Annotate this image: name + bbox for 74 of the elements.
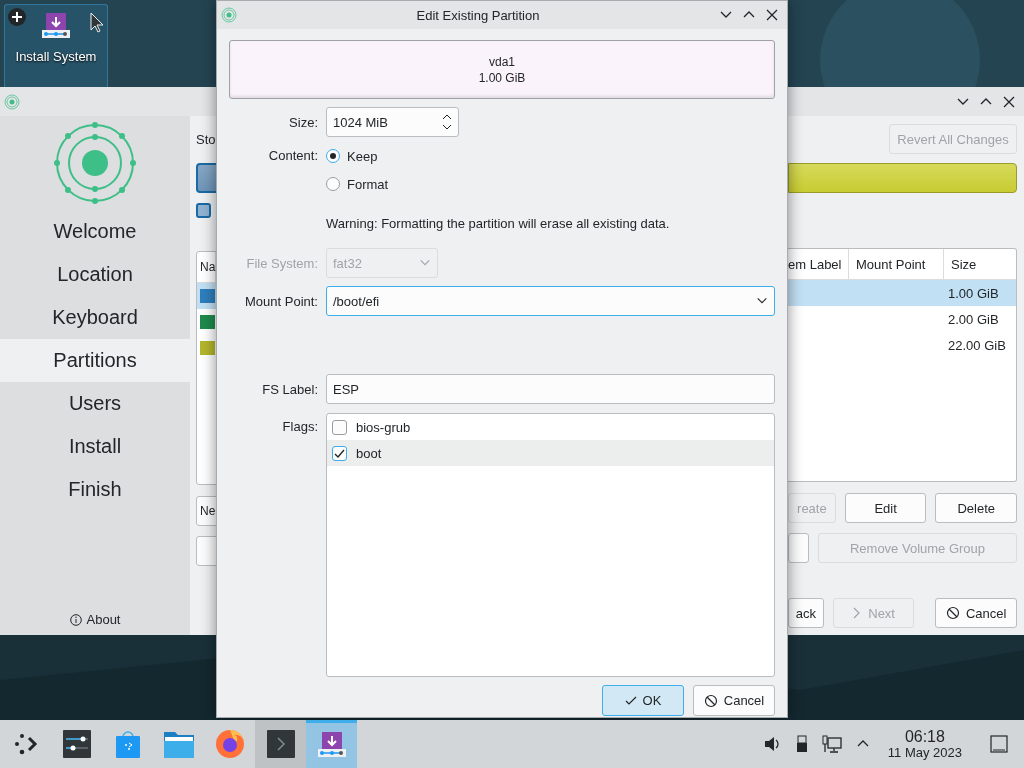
dialog-button[interactable]: Cancel <box>693 685 775 716</box>
task-slot[interactable] <box>306 720 357 768</box>
installer-icon[interactable] <box>42 13 70 41</box>
app-icon <box>221 7 237 23</box>
table-cell-text: 2.00 GiB <box>947 311 1000 327</box>
sidebar-item[interactable]: Welcome <box>0 210 190 253</box>
sidebar-item[interactable]: Keyboard <box>0 296 190 339</box>
table-row[interactable]: 2.00 GiB <box>788 306 1016 332</box>
flag-item[interactable]: bios-grub <box>327 414 774 440</box>
task-slot[interactable] <box>255 720 306 768</box>
storage-label: Sto <box>196 131 216 147</box>
field-label: Flags: <box>281 418 319 436</box>
sidebar-item[interactable]: Location <box>0 253 190 296</box>
partition-size: 1.00 GiB <box>478 70 526 85</box>
network-icon[interactable] <box>821 735 842 753</box>
checkbox[interactable] <box>196 203 211 218</box>
warning-text: Warning: Formatting the partition will erase all existing data. <box>326 215 670 231</box>
check-icon <box>624 694 637 707</box>
checkbox[interactable] <box>332 445 347 461</box>
nav-button[interactable]: ack <box>788 598 824 628</box>
radio-button[interactable] <box>326 177 340 191</box>
show-desktop-icon[interactable] <box>990 735 1008 753</box>
column-header[interactable]: Size <box>944 249 1016 279</box>
flag-item[interactable]: boot <box>327 440 774 466</box>
field-label: Mount Point: <box>244 293 319 309</box>
field-label: Size: <box>288 114 319 130</box>
table-row[interactable]: 22.00 GiB <box>788 332 1016 358</box>
field-label: FS Label: <box>261 381 319 397</box>
cancel-icon <box>946 606 960 620</box>
new-button[interactable]: Ne <box>196 496 216 526</box>
field-label: File System: <box>245 255 319 271</box>
table-cell-text: 1.00 GiB <box>947 285 1000 301</box>
app-icon <box>4 93 20 110</box>
cursor-icon <box>90 12 104 34</box>
browser-icon[interactable] <box>214 729 245 759</box>
installer-icon[interactable] <box>317 731 346 760</box>
nav-button[interactable]: Cancel <box>935 598 1017 628</box>
dialog-title: Edit Existing Partition <box>415 7 541 23</box>
sliders-icon[interactable] <box>62 730 91 758</box>
sidebar-item[interactable]: Install <box>0 425 190 468</box>
launcher-icon[interactable] <box>12 732 39 756</box>
spin-arrows-icon[interactable] <box>442 112 452 132</box>
plus-icon[interactable] <box>7 7 27 27</box>
close-icon[interactable] <box>1002 94 1016 109</box>
logo-icon <box>54 122 136 204</box>
dialog-button[interactable]: OK <box>602 685 684 716</box>
sidebar-item[interactable]: Finish <box>0 468 190 511</box>
terminal-icon[interactable] <box>266 730 295 758</box>
radio-option[interactable]: Keep <box>326 142 389 170</box>
radio-option[interactable]: Format <box>326 170 389 198</box>
button[interactable] <box>788 533 809 563</box>
close-icon[interactable] <box>765 8 779 22</box>
folder-icon[interactable] <box>163 730 194 758</box>
checkbox[interactable] <box>332 419 347 435</box>
usb-drive-icon[interactable] <box>795 735 808 753</box>
sidebar-item[interactable]: Users <box>0 382 190 425</box>
table-row[interactable]: 1.00 GiB <box>788 280 1016 306</box>
desktop-icon-label: Install System <box>15 49 97 64</box>
table-cell-text: 22.00 GiB <box>947 337 1007 353</box>
column-header[interactable]: Mount Point <box>849 249 944 279</box>
speaker-icon[interactable] <box>763 736 782 752</box>
partition-button[interactable]: Edit <box>844 493 927 523</box>
partition-button[interactable]: Delete <box>935 493 1017 523</box>
clock[interactable]: 06:18 11 May 2023 <box>887 728 962 760</box>
info-icon <box>69 613 82 626</box>
about-link[interactable]: About <box>86 612 121 627</box>
partition-name: vda1 <box>489 54 515 69</box>
field-label: Content: <box>267 147 319 165</box>
sidebar-item[interactable]: Partitions <box>0 339 190 382</box>
size-spinbox[interactable]: 1024 MiB <box>326 107 459 137</box>
mount-point-combobox[interactable]: /boot/efi <box>326 286 775 316</box>
cancel-icon <box>703 693 718 708</box>
fs-label-field[interactable]: ESP <box>326 374 775 404</box>
radio-button[interactable] <box>326 149 340 163</box>
